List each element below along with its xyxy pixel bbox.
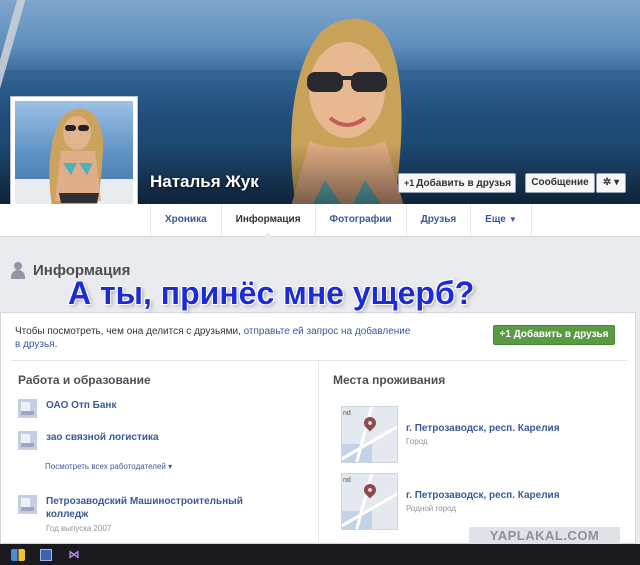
tab-timeline[interactable]: Хроника bbox=[150, 204, 221, 237]
divider bbox=[11, 360, 627, 361]
chevron-down-icon: ▼ bbox=[508, 215, 517, 224]
taskbar-app[interactable] bbox=[36, 546, 56, 563]
floppy-icon bbox=[40, 548, 52, 561]
place-item: nd г. Петрозаводск, респ. Карелия Родной… bbox=[341, 473, 560, 530]
place-type: Город bbox=[406, 437, 428, 446]
add-friend-green-button[interactable]: +1 Добавить в друзья bbox=[493, 325, 615, 345]
column-divider bbox=[318, 361, 319, 545]
visual-studio-icon: ⋈ bbox=[68, 548, 80, 561]
user-icon bbox=[10, 261, 26, 279]
taskbar-app[interactable]: ⋈ bbox=[64, 546, 84, 563]
place-item: nd г. Петрозаводск, респ. Карелия Город bbox=[341, 406, 560, 463]
about-card: Чтобы посмотреть, чем она делится с друз… bbox=[0, 312, 636, 545]
notice-end: . bbox=[54, 339, 58, 350]
taskbar: ⋈ bbox=[0, 544, 640, 565]
message-button[interactable]: Сообщение bbox=[525, 173, 595, 193]
start-button[interactable] bbox=[8, 546, 28, 563]
meme-caption: А ты, принёс мне ущерб? bbox=[68, 275, 475, 311]
map-thumbnail[interactable]: nd bbox=[341, 406, 398, 463]
work-education-title: Работа и образование bbox=[18, 373, 151, 387]
work-item: зао связной логистика bbox=[18, 431, 159, 450]
graduation-year: Год выпуска 2007 bbox=[46, 524, 112, 533]
add-friend-label: Добавить в друзья bbox=[416, 178, 512, 189]
employer-icon bbox=[18, 399, 37, 418]
tab-more[interactable]: Еще ▼ bbox=[470, 204, 532, 237]
place-type: Родной город bbox=[406, 504, 457, 513]
place-name[interactable]: г. Петрозаводск, респ. Карелия bbox=[406, 490, 560, 501]
employer-name[interactable]: ОАО Отп Банк bbox=[46, 399, 116, 412]
profile-picture-image bbox=[15, 101, 133, 217]
windows-icon bbox=[11, 548, 25, 561]
work-item: Петрозаводский Машиностроительный коллед… bbox=[18, 495, 246, 533]
employer-icon bbox=[18, 431, 37, 450]
notice-text: Чтобы посмотреть, чем она делится с друз… bbox=[15, 326, 244, 337]
school-icon bbox=[18, 495, 37, 514]
tab-about[interactable]: Информация bbox=[220, 204, 315, 238]
gear-icon[interactable]: ✲ ▾ bbox=[596, 173, 626, 193]
avatar-person-figure bbox=[15, 108, 133, 217]
add-friend-icon: +1 bbox=[404, 178, 415, 188]
chevron-down-icon: ▾ bbox=[168, 462, 173, 471]
tab-friends[interactable]: Друзья bbox=[405, 204, 470, 237]
see-all-employers-link[interactable]: Посмотреть всех работодателей ▾ bbox=[45, 462, 172, 471]
places-title: Места проживания bbox=[333, 373, 446, 387]
tab-more-label: Еще bbox=[485, 214, 506, 225]
watermark: YAPLAKAL.COM bbox=[469, 527, 620, 544]
privacy-notice: Чтобы посмотреть, чем она делится с друз… bbox=[15, 325, 415, 351]
school-name[interactable]: Петрозаводский Машиностроительный коллед… bbox=[46, 495, 246, 521]
profile-nav: Хроника Информация Фотографии Друзья Еще… bbox=[0, 204, 640, 238]
add-friend-button[interactable]: +1 Добавить в друзья bbox=[398, 173, 516, 193]
see-all-label: Посмотреть всех работодателей bbox=[45, 462, 166, 471]
add-friend-icon-green: +1 bbox=[499, 329, 514, 340]
map-thumbnail[interactable]: nd bbox=[341, 473, 398, 530]
employer-name[interactable]: зао связной логистика bbox=[46, 431, 159, 444]
add-friend-green-label: Добавить в друзья bbox=[513, 329, 609, 340]
work-item: ОАО Отп Банк bbox=[18, 399, 116, 418]
profile-name[interactable]: Наталья Жук bbox=[150, 172, 259, 192]
place-name[interactable]: г. Петрозаводск, респ. Карелия bbox=[406, 423, 560, 434]
tab-photos[interactable]: Фотографии bbox=[314, 204, 406, 237]
